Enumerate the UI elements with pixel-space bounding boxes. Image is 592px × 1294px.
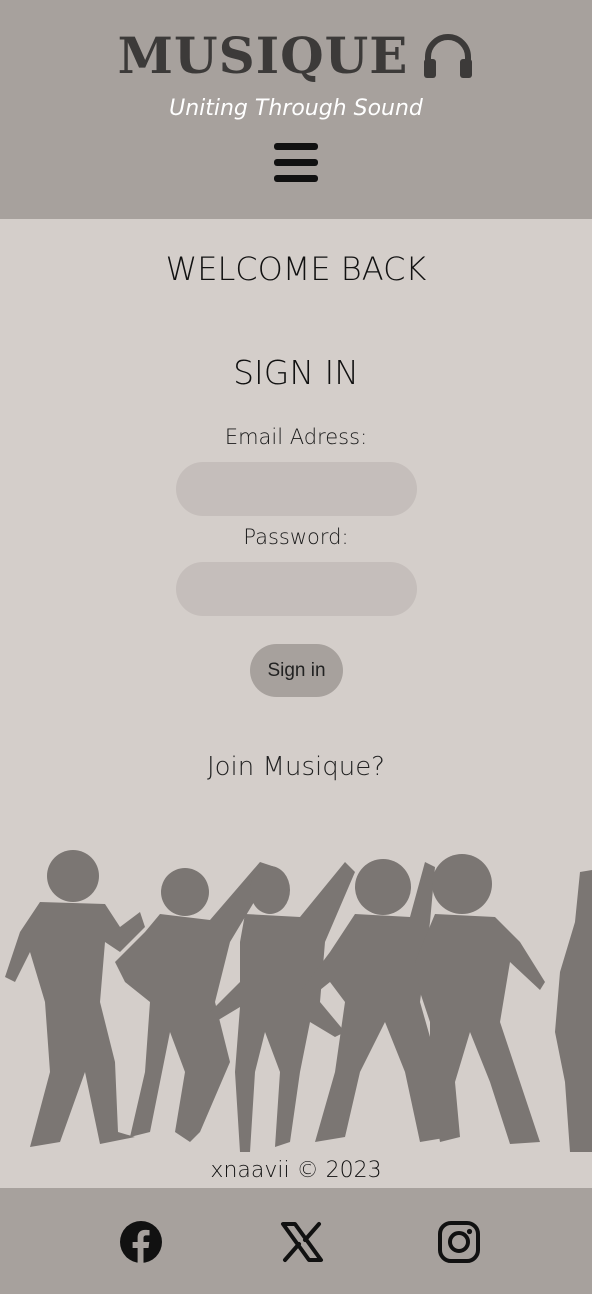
- logo-text: MUSIQUE: [117, 26, 409, 85]
- signin-button[interactable]: Sign in: [250, 644, 343, 697]
- email-field[interactable]: [176, 462, 417, 516]
- dancers-silhouette-image: [0, 832, 592, 1162]
- hamburger-menu-icon[interactable]: [274, 143, 318, 183]
- welcome-heading: WELCOME BACK: [165, 250, 427, 288]
- password-label: Password:: [243, 525, 349, 549]
- x-icon[interactable]: [280, 1220, 324, 1264]
- site-tagline: Uniting Through Sound: [169, 96, 423, 121]
- site-footer: [0, 1188, 592, 1294]
- join-musique-link[interactable]: Join Musique?: [0, 752, 592, 782]
- password-field[interactable]: [176, 562, 417, 616]
- site-logo[interactable]: MUSIQUE: [0, 24, 592, 88]
- copyright-text: xnaavii © 2023: [210, 1158, 382, 1183]
- headphones-icon: [422, 33, 474, 79]
- instagram-icon[interactable]: [437, 1220, 481, 1264]
- email-label: Email Adress:: [224, 425, 368, 449]
- facebook-icon[interactable]: [119, 1220, 163, 1264]
- site-header: MUSIQUE Uniting Through Sound: [0, 0, 592, 219]
- signin-heading: SIGN IN: [233, 353, 359, 392]
